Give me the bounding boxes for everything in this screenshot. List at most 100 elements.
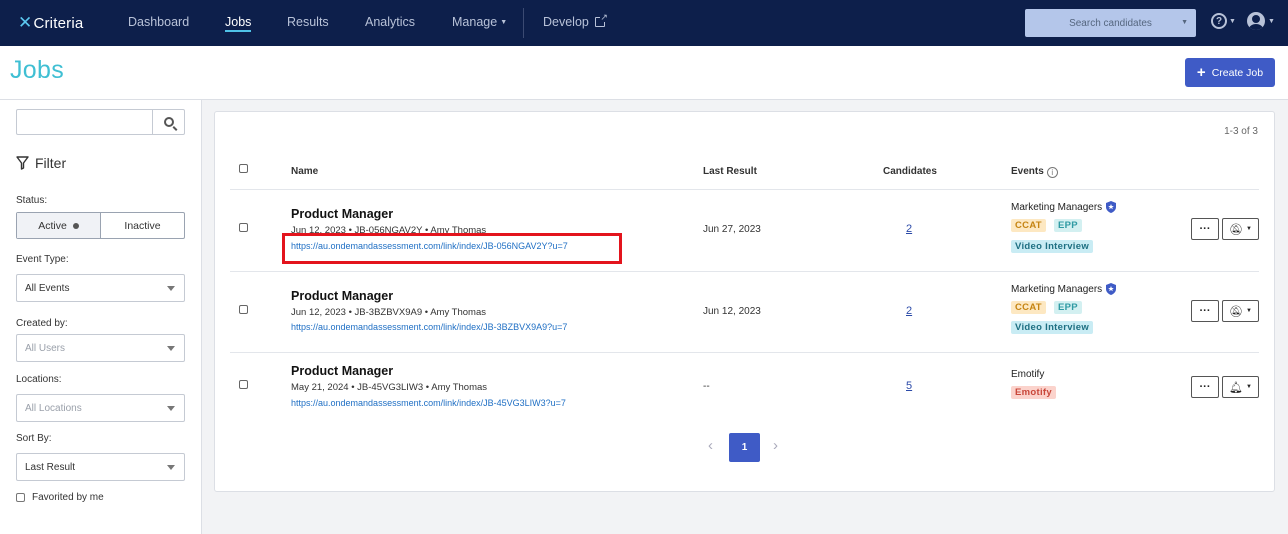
pager-prev-button[interactable]: ‹ — [708, 437, 713, 454]
ellipsis-icon: ··· — [1199, 381, 1211, 393]
sort-by-select[interactable]: Last Result — [16, 453, 185, 481]
column-header-events[interactable]: Events i — [1011, 166, 1058, 178]
event-name[interactable]: Emotify — [1011, 369, 1044, 380]
event-type-select[interactable]: All Events — [16, 274, 185, 302]
top-nav: ✕ Criteria Dashboard Jobs Results Analyt… — [0, 0, 1288, 46]
create-job-label: Create Job — [1211, 66, 1264, 79]
nav-jobs[interactable]: Jobs — [225, 15, 252, 32]
help-icon[interactable]: ? — [1211, 13, 1227, 29]
more-actions-button[interactable]: ··· — [1191, 300, 1219, 322]
pager-page-1[interactable]: 1 — [729, 433, 760, 462]
row-divider — [230, 189, 1259, 190]
shield-icon — [1106, 283, 1117, 295]
ellipsis-icon: ··· — [1199, 305, 1211, 317]
badge-epp: EPP — [1054, 301, 1082, 314]
event-type-value: All Events — [25, 282, 70, 294]
job-title[interactable]: Product Manager — [291, 289, 393, 303]
last-result: Jun 12, 2023 — [703, 306, 761, 317]
locations-label: Locations: — [16, 374, 62, 385]
ellipsis-icon: ··· — [1199, 223, 1211, 235]
more-actions-button[interactable]: ··· — [1191, 376, 1219, 398]
row-divider — [230, 271, 1259, 272]
external-link-icon — [594, 12, 608, 27]
status-inactive-button[interactable]: Inactive — [101, 213, 184, 238]
badge-ccat: CCAT — [1011, 301, 1046, 314]
nav-dashboard[interactable]: Dashboard — [128, 15, 189, 29]
created-by-value: All Users — [25, 342, 66, 354]
badge-video-interview: Video Interview — [1011, 240, 1094, 253]
event-name[interactable]: Marketing Managers — [1011, 283, 1117, 295]
badge-epp: EPP — [1054, 219, 1082, 232]
search-candidates-placeholder: Search candidates — [1069, 17, 1152, 29]
chevron-down-icon: ▼ — [1181, 19, 1188, 26]
filter-icon — [16, 156, 29, 170]
page-title: Jobs — [10, 56, 65, 84]
status-active-button[interactable]: Active — [17, 213, 101, 238]
job-title[interactable]: Product Manager — [291, 364, 393, 378]
job-meta: Jun 12, 2023 • JB-3BZBVX9A9 • Amy Thomas — [291, 307, 486, 318]
result-count: 1-3 of 3 — [1224, 126, 1258, 137]
job-title[interactable]: Product Manager — [291, 207, 393, 221]
chevron-down-icon — [167, 286, 175, 291]
page-header: Jobs + Create Job — [0, 46, 1288, 100]
create-job-button[interactable]: + Create Job — [1185, 58, 1275, 87]
job-meta: May 21, 2024 • JB-45VG3LIW3 • Amy Thomas — [291, 382, 488, 393]
created-by-select[interactable]: All Users — [16, 334, 185, 362]
row-checkbox[interactable] — [239, 305, 248, 314]
job-search-input[interactable] — [16, 109, 185, 135]
nav-develop[interactable]: Develop — [543, 12, 608, 29]
chevron-down-icon[interactable]: ▼ — [1268, 18, 1275, 25]
chevron-down-icon: ▼ — [1246, 384, 1252, 390]
badge-video-interview: Video Interview — [1011, 321, 1094, 334]
notifications-button[interactable]: 🔕︎ ▼ — [1222, 300, 1259, 322]
notifications-button[interactable]: 🔕︎ ▼ — [1222, 218, 1259, 240]
status-toggle: Active Inactive — [16, 212, 185, 239]
created-by-label: Created by: — [16, 318, 68, 329]
chevron-down-icon — [167, 465, 175, 470]
candidates-count-link[interactable]: 2 — [906, 223, 912, 235]
row-divider — [230, 352, 1259, 353]
sort-by-value: Last Result — [25, 461, 76, 473]
select-all-checkbox[interactable] — [239, 164, 248, 173]
chevron-down-icon[interactable]: ▼ — [1229, 18, 1236, 25]
last-result: Jun 27, 2023 — [703, 224, 761, 235]
candidates-count-link[interactable]: 2 — [906, 305, 912, 317]
row-checkbox[interactable] — [239, 223, 248, 232]
bell-off-icon: 🔕︎ — [1229, 223, 1243, 236]
chevron-down-icon — [167, 406, 175, 411]
user-avatar-icon[interactable] — [1247, 12, 1265, 30]
nav-results[interactable]: Results — [287, 15, 329, 29]
event-type-label: Event Type: — [16, 254, 69, 265]
chevron-down-icon — [167, 346, 175, 351]
nav-analytics[interactable]: Analytics — [365, 15, 415, 29]
last-result: -- — [703, 381, 710, 392]
pager-next-button[interactable]: › — [773, 437, 778, 454]
nav-manage[interactable]: Manage ▼ — [452, 15, 507, 29]
event-name[interactable]: Marketing Managers — [1011, 201, 1117, 213]
filter-label: Filter — [35, 155, 67, 171]
criteria-logo[interactable]: ✕ Criteria — [18, 12, 83, 34]
badge-ccat: CCAT — [1011, 219, 1046, 232]
status-active-label: Active — [38, 219, 67, 232]
candidates-count-link[interactable]: 5 — [906, 380, 912, 392]
notifications-button[interactable]: 🔔︎ ▼ — [1222, 376, 1259, 398]
more-actions-button[interactable]: ··· — [1191, 218, 1219, 240]
job-link[interactable]: https://au.ondemandassessment.com/link/i… — [291, 322, 567, 332]
column-header-last-result[interactable]: Last Result — [703, 166, 757, 177]
search-candidates-input[interactable]: Search candidates ▼ — [1025, 9, 1196, 37]
chevron-down-icon: ▼ — [500, 19, 508, 26]
column-header-name[interactable]: Name — [291, 166, 318, 177]
column-header-candidates[interactable]: Candidates — [883, 166, 937, 177]
row-checkbox[interactable] — [239, 380, 248, 389]
search-icon — [163, 117, 174, 127]
favorited-checkbox-row[interactable]: Favorited by me — [16, 492, 104, 503]
job-link[interactable]: https://au.ondemandassessment.com/link/i… — [291, 398, 566, 408]
chevron-down-icon: ▼ — [1246, 308, 1252, 314]
favorited-checkbox[interactable] — [16, 493, 25, 502]
locations-select[interactable]: All Locations — [16, 394, 185, 422]
info-icon[interactable]: i — [1046, 167, 1058, 178]
plus-icon: + — [1196, 63, 1206, 81]
bell-off-icon: 🔕︎ — [1229, 305, 1243, 318]
nav-develop-label: Develop — [543, 15, 589, 29]
search-button[interactable] — [152, 110, 184, 134]
